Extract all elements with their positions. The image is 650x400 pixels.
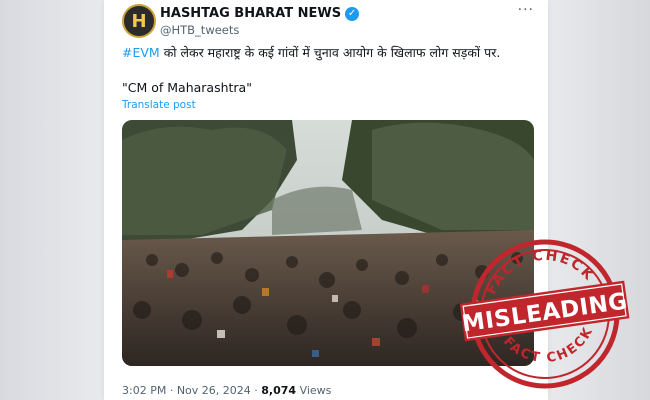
views-label: Views [296,384,332,397]
post-time[interactable]: 3:02 PM [122,384,166,397]
author-name[interactable]: HASHTAG BHARAT NEWS ✓ [160,6,360,21]
post-text-body: को लेकर महाराष्ट्र के कई गांवों में चुना… [159,45,501,60]
footer-separator: · [250,384,262,397]
more-options-icon[interactable]: ··· [518,2,534,18]
author-handle[interactable]: @HTB_tweets [160,23,239,37]
post-footer: 3:02 PM · Nov 26, 2024 · 8,074 Views [122,384,331,397]
avatar[interactable]: H [122,4,156,38]
hashtag-link[interactable]: #EVM [122,45,160,60]
post-text: #EVM को लेकर महाराष्ट्र के कई गांवों में… [122,44,542,62]
post-date[interactable]: Nov 26, 2024 [177,384,251,397]
views-count: 8,074 [261,384,297,397]
author-name-text: HASHTAG BHARAT NEWS [160,6,342,21]
footer-separator: · [166,384,177,397]
verified-badge-icon: ✓ [345,6,360,21]
avatar-letter: H [131,10,147,32]
translate-post-link[interactable]: Translate post [122,99,196,111]
fact-check-stamp: FACT CHECK FACT CHECK ★ ★ MISLEADING [459,239,630,389]
post-quote-line: "CM of Maharashtra" [122,80,252,95]
